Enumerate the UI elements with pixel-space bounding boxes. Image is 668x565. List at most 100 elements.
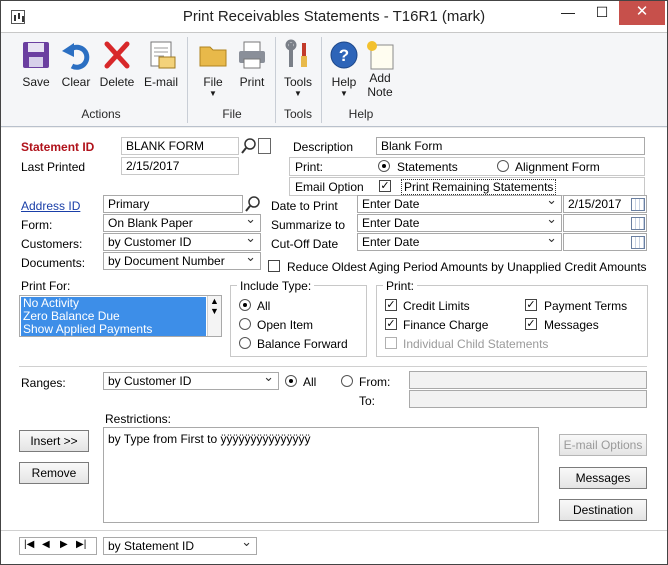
- child-statements-label: Individual Child Statements: [403, 337, 549, 351]
- add-note-label-2: Note: [367, 85, 393, 99]
- child-statements-checkbox[interactable]: [385, 337, 397, 349]
- add-note-label-1: Add: [369, 71, 391, 85]
- include-all-label: All: [257, 299, 271, 313]
- tools-label: Tools: [283, 75, 312, 89]
- email-option-label: Email Option: [295, 180, 364, 194]
- open-item-radio[interactable]: [239, 318, 251, 330]
- description-field[interactable]: Blank Form: [376, 137, 645, 155]
- balance-forward-radio[interactable]: [239, 337, 251, 349]
- list-item[interactable]: by Type from First to ÿÿÿÿÿÿÿÿÿÿÿÿÿÿÿ: [108, 432, 310, 446]
- printer-icon: [236, 39, 268, 71]
- chevron-down-icon: ▼: [294, 89, 302, 98]
- range-from-label: From:: [359, 375, 391, 389]
- title-bar: Print Receivables Statements - T16R1 (ma…: [1, 1, 667, 33]
- delete-button[interactable]: Delete: [97, 39, 137, 89]
- note-icon: [364, 39, 396, 71]
- print-for-label: Print For:: [21, 279, 71, 293]
- statement-id-label: Statement ID: [21, 140, 95, 154]
- email-options-button[interactable]: E-mail Options: [559, 434, 647, 456]
- alignment-form-radio[interactable]: [497, 160, 509, 172]
- print-for-selection: No Activity Zero Balance Due Show Applie…: [21, 297, 206, 336]
- print-label: Print: [239, 75, 265, 89]
- clear-button[interactable]: Clear: [57, 39, 95, 89]
- print-for-listbox[interactable]: No Activity Zero Balance Due Show Applie…: [19, 295, 222, 337]
- email-label: E-mail: [143, 75, 178, 89]
- ranges-dropdown[interactable]: by Customer ID: [103, 372, 279, 390]
- tools-menu-button[interactable]: Tools ▼: [281, 39, 315, 98]
- ribbon-separator: [321, 37, 322, 123]
- address-id-link[interactable]: Address ID: [21, 199, 80, 213]
- list-item[interactable]: Show Applied Payments: [21, 323, 206, 336]
- range-all-radio[interactable]: [285, 375, 297, 387]
- sort-order-dropdown[interactable]: by Statement ID: [103, 537, 257, 555]
- include-type-label: Include Type:: [237, 279, 315, 293]
- range-from-field[interactable]: [409, 371, 647, 389]
- email-button[interactable]: E-mail: [141, 39, 181, 89]
- file-group-label: File: [222, 107, 242, 121]
- help-menu-button[interactable]: ? Help ▼: [327, 39, 361, 98]
- print-remaining-label: Print Remaining Statements: [401, 179, 557, 195]
- open-item-label: Open Item: [257, 318, 314, 332]
- messages-button[interactable]: Messages: [559, 467, 647, 489]
- statements-radio-label: Statements: [397, 160, 458, 174]
- file-menu-button[interactable]: File ▼: [195, 39, 231, 98]
- wrench-screwdriver-icon: [282, 39, 314, 71]
- restrictions-listbox[interactable]: by Type from First to ÿÿÿÿÿÿÿÿÿÿÿÿÿÿÿ: [103, 427, 539, 523]
- divider: [19, 366, 647, 367]
- print-label: Print:: [295, 160, 324, 174]
- summarize-to-dropdown[interactable]: Enter Date: [357, 214, 562, 232]
- messages-checkbox[interactable]: ✓: [525, 318, 537, 330]
- chevron-down-icon: ▼: [209, 89, 217, 98]
- customers-label: Customers:: [21, 237, 83, 251]
- calendar-icon[interactable]: [631, 198, 645, 211]
- last-record-icon[interactable]: ▶|: [76, 539, 86, 550]
- calendar-icon[interactable]: [631, 217, 645, 230]
- tools-group-label: Tools: [283, 107, 312, 121]
- print-button[interactable]: Print: [235, 39, 269, 89]
- documents-dropdown[interactable]: by Document Number: [103, 252, 261, 270]
- address-id-field[interactable]: Primary: [103, 195, 243, 213]
- customers-dropdown[interactable]: by Customer ID: [103, 233, 261, 251]
- date-to-print-dropdown[interactable]: Enter Date: [357, 195, 562, 213]
- previous-record-icon[interactable]: ◀: [42, 539, 50, 550]
- last-printed-field: 2/15/2017: [121, 157, 239, 175]
- credit-limits-checkbox[interactable]: ✓: [385, 299, 397, 311]
- reduce-aging-checkbox[interactable]: [268, 260, 280, 272]
- calendar-icon[interactable]: [631, 236, 645, 249]
- insert-button[interactable]: Insert >>: [19, 430, 89, 452]
- credit-limits-label: Credit Limits: [403, 299, 470, 313]
- range-to-field[interactable]: [409, 390, 647, 408]
- divider: [1, 530, 667, 531]
- minimize-button[interactable]: —: [551, 1, 585, 25]
- range-from-radio[interactable]: [341, 375, 353, 387]
- close-button[interactable]: ✕: [619, 1, 665, 25]
- maximize-button[interactable]: ☐: [585, 1, 619, 25]
- finance-charge-label: Finance Charge: [403, 318, 489, 332]
- print-options-label: Print:: [383, 279, 418, 293]
- print-for-scrollbar[interactable]: ▲ ▼: [207, 296, 221, 336]
- remove-button[interactable]: Remove: [19, 462, 89, 484]
- save-button[interactable]: Save: [17, 39, 55, 89]
- statements-radio[interactable]: [378, 160, 390, 172]
- include-all-radio[interactable]: [239, 299, 251, 311]
- note-icon[interactable]: [258, 138, 271, 154]
- ranges-label: Ranges:: [21, 376, 66, 390]
- ribbon-separator: [275, 37, 276, 123]
- cutoff-date-dropdown[interactable]: Enter Date: [357, 233, 562, 251]
- first-record-icon[interactable]: |◀: [24, 539, 34, 550]
- statement-id-field[interactable]: BLANK FORM: [121, 137, 239, 155]
- payment-terms-checkbox[interactable]: ✓: [525, 299, 537, 311]
- address-lookup-icon[interactable]: [244, 195, 262, 213]
- form-dropdown[interactable]: On Blank Paper: [103, 214, 261, 232]
- finance-charge-checkbox[interactable]: ✓: [385, 318, 397, 330]
- record-navigation: |◀ ◀ ▶ ▶|: [19, 537, 97, 555]
- reduce-aging-label: Reduce Oldest Aging Period Amounts by Un…: [287, 260, 647, 274]
- lookup-icon[interactable]: [241, 137, 257, 155]
- ribbon-toolbar: Save Clear Delete E-mail Actions File ▼ …: [1, 33, 667, 127]
- add-note-button[interactable]: Add Note: [363, 39, 397, 99]
- destination-button[interactable]: Destination: [559, 499, 647, 521]
- print-remaining-checkbox[interactable]: ✓: [379, 180, 391, 192]
- next-record-icon[interactable]: ▶: [60, 539, 68, 550]
- help-label: Help: [331, 75, 357, 89]
- alignment-form-radio-label: Alignment Form: [515, 160, 600, 174]
